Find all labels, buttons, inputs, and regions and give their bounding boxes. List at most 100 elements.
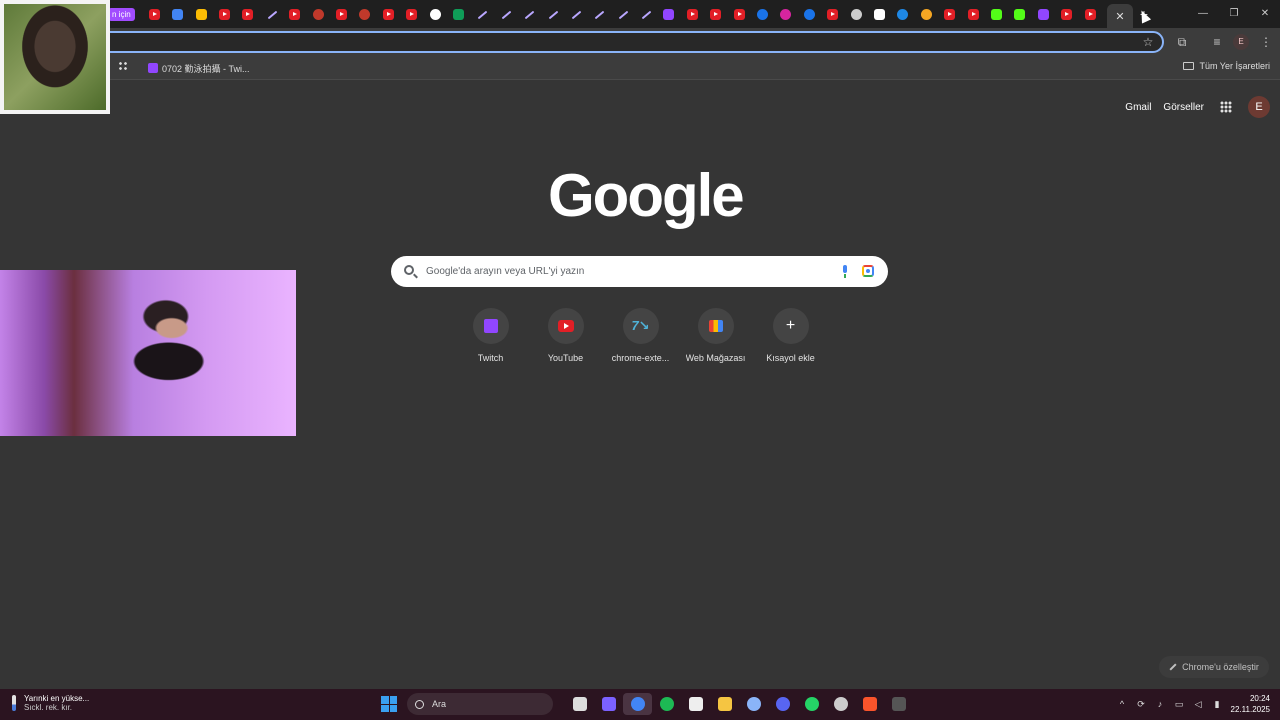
browser-tab[interactable] bbox=[189, 4, 212, 24]
browser-tab[interactable] bbox=[540, 4, 563, 24]
browser-tab[interactable] bbox=[1078, 4, 1101, 24]
active-tab[interactable]: ✕ bbox=[1107, 4, 1133, 28]
add-shortcut-button[interactable]: + Kısayol ekle bbox=[753, 308, 828, 363]
quill-icon bbox=[617, 9, 628, 20]
browser-tab[interactable] bbox=[1008, 4, 1031, 24]
menu-icon[interactable]: ⋮ bbox=[1258, 34, 1274, 50]
browser-tab[interactable] bbox=[774, 4, 797, 24]
browser-tab[interactable] bbox=[915, 4, 938, 24]
bookmark-item[interactable]: 0702 勤泳拍攝 - Twi... bbox=[148, 61, 250, 75]
explorer-app[interactable] bbox=[710, 693, 739, 715]
discord-app[interactable] bbox=[768, 693, 797, 715]
browser-tab[interactable] bbox=[447, 4, 470, 24]
browser-tab[interactable] bbox=[330, 4, 353, 24]
browser-tab[interactable] bbox=[704, 4, 727, 24]
brave-app[interactable] bbox=[855, 693, 884, 715]
reading-list-icon[interactable]: ≡ bbox=[1209, 34, 1225, 50]
shortcut-web-store[interactable]: Web Mağazası bbox=[678, 308, 753, 363]
browser-tab[interactable] bbox=[868, 4, 891, 24]
chrome-app[interactable] bbox=[623, 693, 652, 715]
microphone-icon[interactable]: ♪ bbox=[1155, 699, 1166, 710]
chevron-up-icon[interactable]: ^ bbox=[1117, 699, 1128, 710]
browser-tab[interactable] bbox=[517, 4, 540, 24]
shortcut-twitch[interactable]: Twitch bbox=[453, 308, 528, 363]
sync-icon[interactable]: ⟳ bbox=[1136, 699, 1147, 710]
terminal-app[interactable] bbox=[884, 693, 913, 715]
profile-icon[interactable]: E bbox=[1233, 34, 1249, 50]
browser-tab[interactable] bbox=[283, 4, 306, 24]
tab-group-label[interactable]: n için bbox=[108, 7, 135, 21]
copilot-app[interactable] bbox=[594, 693, 623, 715]
account-avatar[interactable]: E bbox=[1248, 96, 1270, 118]
settings-app[interactable] bbox=[739, 693, 768, 715]
twitch-icon bbox=[663, 8, 675, 20]
browser-tab[interactable] bbox=[961, 4, 984, 24]
restore-button[interactable]: ❐ bbox=[1219, 5, 1249, 23]
browser-tab[interactable] bbox=[306, 4, 329, 24]
google-lens-icon[interactable] bbox=[862, 265, 874, 277]
minimize-button[interactable]: — bbox=[1188, 5, 1218, 23]
browser-tab[interactable] bbox=[470, 4, 493, 24]
record-icon bbox=[359, 8, 371, 20]
volume-icon[interactable]: ◁ bbox=[1193, 699, 1204, 710]
browser-tab[interactable] bbox=[587, 4, 610, 24]
browser-tab[interactable] bbox=[727, 4, 750, 24]
obs-app[interactable] bbox=[826, 693, 855, 715]
close-tab-icon[interactable]: ✕ bbox=[1115, 10, 1124, 23]
browser-tab[interactable] bbox=[377, 4, 400, 24]
browser-tab[interactable] bbox=[260, 4, 283, 24]
browser-tab[interactable] bbox=[938, 4, 961, 24]
browser-tab[interactable] bbox=[564, 4, 587, 24]
browser-tab[interactable] bbox=[166, 4, 189, 24]
shortcut-youtube[interactable]: YouTube bbox=[528, 308, 603, 363]
shortcut-label: Kısayol ekle bbox=[766, 353, 815, 363]
bookmark-star-icon[interactable]: ☆ bbox=[1140, 34, 1156, 50]
notes-app[interactable] bbox=[681, 693, 710, 715]
browser-tab[interactable] bbox=[681, 4, 704, 24]
shortcut-chrome-extension[interactable]: 7↘ chrome-exte... bbox=[603, 308, 678, 363]
browser-tab[interactable] bbox=[423, 4, 446, 24]
quill-icon bbox=[476, 9, 487, 20]
browser-tab[interactable] bbox=[891, 4, 914, 24]
browser-tab[interactable] bbox=[844, 4, 867, 24]
images-link[interactable]: Görseller bbox=[1163, 102, 1204, 113]
battery-icon[interactable]: ▮ bbox=[1212, 699, 1223, 710]
browser-tab[interactable] bbox=[236, 4, 259, 24]
browser-tab[interactable] bbox=[494, 4, 517, 24]
gmail-link[interactable]: Gmail bbox=[1125, 102, 1151, 113]
browser-tab[interactable] bbox=[821, 4, 844, 24]
browser-tab[interactable] bbox=[611, 4, 634, 24]
clock[interactable]: 20:24 22.11.2025 bbox=[1231, 693, 1270, 715]
browser-tab[interactable] bbox=[751, 4, 774, 24]
browser-tab[interactable] bbox=[353, 4, 376, 24]
windows-start-icon[interactable] bbox=[381, 696, 397, 712]
browser-tab[interactable] bbox=[798, 4, 821, 24]
browser-tab[interactable] bbox=[1055, 4, 1078, 24]
browser-tab[interactable] bbox=[985, 4, 1008, 24]
all-bookmarks-button[interactable]: Tüm Yer İşaretleri bbox=[1183, 61, 1270, 71]
weather-widget[interactable]: Yarınki en yükse... Sıckl. rek. kır. bbox=[12, 694, 89, 712]
browser-tab[interactable] bbox=[143, 4, 166, 24]
browser-tab[interactable] bbox=[213, 4, 236, 24]
taskbar-search[interactable]: Ara bbox=[407, 693, 553, 715]
browser-tab[interactable] bbox=[400, 4, 423, 24]
youtube-icon bbox=[557, 320, 574, 332]
google-apps-icon[interactable] bbox=[1220, 101, 1232, 113]
microphone-icon[interactable] bbox=[841, 265, 849, 278]
extensions-icon[interactable]: ⧉ bbox=[1174, 34, 1190, 50]
search-input[interactable] bbox=[426, 256, 826, 287]
close-window-button[interactable]: ✕ bbox=[1250, 5, 1280, 23]
quill-icon bbox=[570, 9, 581, 20]
address-bar[interactable] bbox=[96, 31, 1164, 53]
tab-list: n için bbox=[108, 4, 1125, 24]
whatsapp-app[interactable] bbox=[797, 693, 826, 715]
search-box[interactable] bbox=[391, 256, 888, 287]
apps-icon[interactable] bbox=[118, 61, 128, 71]
browser-tab[interactable] bbox=[657, 4, 680, 24]
customize-chrome-button[interactable]: Chrome'u özelleştir bbox=[1159, 656, 1269, 678]
spotify-app[interactable] bbox=[652, 693, 681, 715]
browser-tab[interactable] bbox=[1032, 4, 1055, 24]
browser-tab[interactable] bbox=[634, 4, 657, 24]
files-app[interactable] bbox=[565, 693, 594, 715]
display-icon[interactable]: ▭ bbox=[1174, 699, 1185, 710]
